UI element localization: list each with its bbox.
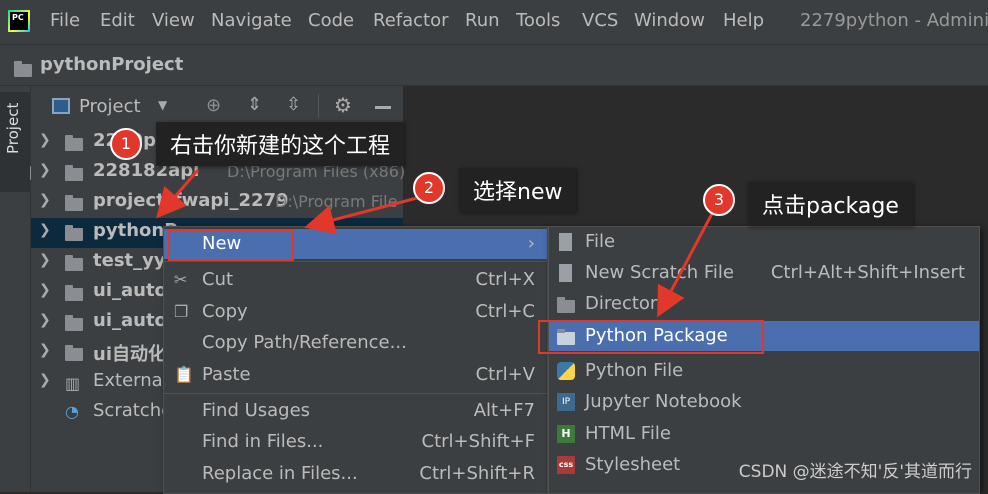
callout-step1: 右击你新建的这个工程 (156, 122, 405, 166)
step2-badge: 2 (413, 172, 445, 204)
callout-step3: 点击package (748, 182, 913, 226)
arrow-step3 (657, 205, 718, 318)
step1-badge: 1 (110, 128, 142, 160)
annotation-arrows (156, 169, 718, 318)
callout-step2: 选择new (459, 168, 577, 212)
step3-badge: 3 (703, 184, 735, 216)
arrow-step1 (156, 169, 200, 219)
watermark: CSDN @迷途不知'反'其道而行 (738, 462, 972, 482)
